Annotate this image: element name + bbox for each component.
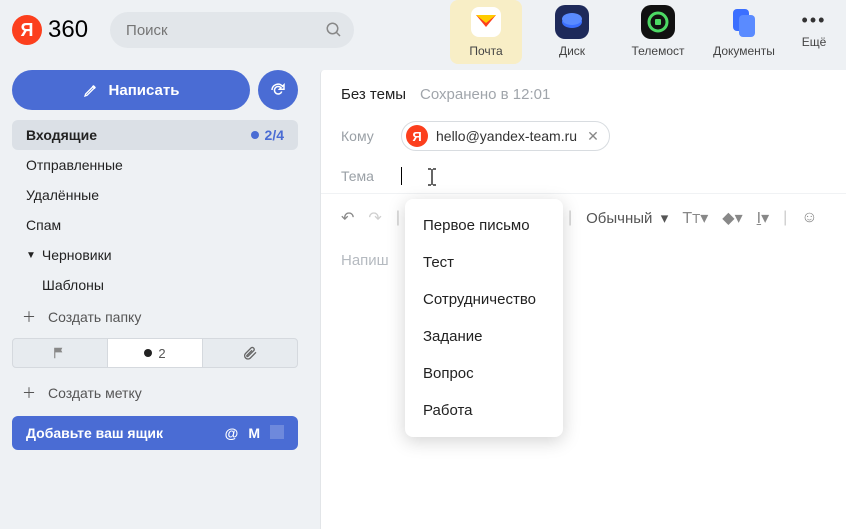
app-switcher: Почта Диск Телемост Документы ••• Ещё: [450, 0, 834, 64]
app-telemost[interactable]: Телемост: [622, 0, 694, 64]
theme-row[interactable]: Тема Первое письмо Тест Сотрудничество З…: [321, 159, 846, 193]
subject-header: Без темы Сохранено в 12:01: [321, 70, 846, 113]
inbox-badge: 2/4: [251, 127, 284, 143]
search-icon[interactable]: [325, 21, 343, 39]
logo[interactable]: Я 360: [12, 15, 88, 45]
dot-icon: [144, 349, 152, 357]
app-label: Диск: [559, 44, 585, 58]
font-size-button[interactable]: TT▾: [682, 208, 708, 228]
app-disk[interactable]: Диск: [536, 0, 608, 64]
app-documents[interactable]: Документы: [708, 0, 780, 64]
filter-bar: 2: [12, 338, 298, 368]
telemost-icon: [640, 4, 676, 40]
create-label-text: Создать метку: [48, 385, 142, 401]
folder-templates[interactable]: Шаблоны: [12, 270, 298, 300]
saved-text: Сохранено в 12:01: [420, 86, 550, 103]
suggestion-item[interactable]: Задание: [405, 318, 563, 355]
at-icon: @: [225, 425, 239, 441]
undo-button[interactable]: ↶: [341, 208, 354, 228]
folder-label: Входящие: [26, 127, 97, 143]
plus-icon: ＋: [22, 307, 36, 327]
compose-label: Написать: [109, 82, 180, 99]
sidebar: Написать Входящие 2/4 Отправленные Удалё…: [12, 70, 298, 450]
refresh-icon: [269, 81, 287, 99]
folder-drafts[interactable]: ▼ Черновики: [12, 240, 298, 270]
filter-count: 2: [158, 346, 165, 361]
suggestion-item[interactable]: Сотрудничество: [405, 281, 563, 318]
flag-icon: [53, 346, 67, 360]
create-folder[interactable]: ＋ Создать папку: [12, 300, 298, 334]
text-cursor-icon: [425, 167, 439, 187]
gmail-icon: M: [248, 425, 260, 441]
no-subject-text: Без темы: [341, 86, 406, 103]
folder-label: Спам: [26, 217, 61, 233]
filter-flag[interactable]: [13, 339, 108, 367]
redo-button[interactable]: ↷: [368, 208, 381, 228]
folder-trash[interactable]: Удалённые: [12, 180, 298, 210]
recipient-chip[interactable]: Я hello@yandex-team.ru ✕: [401, 121, 610, 151]
create-folder-label: Создать папку: [48, 309, 141, 325]
folder-label: Удалённые: [26, 187, 99, 203]
to-label: Кому: [341, 128, 387, 144]
documents-icon: [726, 4, 762, 40]
filter-attach[interactable]: [203, 339, 297, 367]
chevron-down-icon: ▼: [26, 250, 36, 261]
text-caret: [401, 167, 402, 185]
suggestion-item[interactable]: Первое письмо: [405, 207, 563, 244]
folder-label: Черновики: [42, 247, 112, 263]
folder-spam[interactable]: Спам: [12, 210, 298, 240]
logo-text: 360: [48, 16, 88, 44]
more-icon: •••: [802, 10, 827, 31]
format-toolbar: ↶ ↷ | | Обычный ▾ TT▾ ◆▾ I▾ | ☺: [321, 193, 846, 234]
search-box[interactable]: [110, 12, 354, 48]
pencil-icon: [83, 82, 99, 98]
folder-sent[interactable]: Отправленные: [12, 150, 298, 180]
logo-icon: Я: [12, 15, 42, 45]
recipient-email: hello@yandex-team.ru: [436, 128, 577, 144]
plus-icon: ＋: [22, 383, 36, 403]
outlook-icon: [270, 425, 284, 439]
remove-recipient[interactable]: ✕: [587, 128, 599, 145]
folder-label: Шаблоны: [42, 277, 104, 293]
suggestion-item[interactable]: Вопрос: [405, 355, 563, 392]
highlight-button[interactable]: I▾: [757, 208, 769, 228]
suggestion-item[interactable]: Работа: [405, 392, 563, 429]
body-placeholder[interactable]: Напиш: [321, 234, 846, 287]
subject-suggestions: Первое письмо Тест Сотрудничество Задани…: [405, 199, 563, 437]
compose-button[interactable]: Написать: [12, 70, 250, 110]
style-select[interactable]: Обычный ▾: [586, 209, 668, 227]
refresh-button[interactable]: [258, 70, 298, 110]
header: Я 360 Почта Диск Телемост: [0, 0, 846, 60]
add-mailbox[interactable]: Добавьте ваш ящик @ M: [12, 416, 298, 450]
search-input[interactable]: [126, 22, 325, 39]
mail-icon: [468, 4, 504, 40]
more-label: Ещё: [802, 35, 827, 49]
theme-label: Тема: [341, 168, 387, 184]
subject-input[interactable]: [416, 168, 616, 185]
compose-pane: Без темы Сохранено в 12:01 Кому Я hello@…: [320, 70, 846, 529]
app-more[interactable]: ••• Ещё: [794, 0, 834, 49]
add-mailbox-label: Добавьте ваш ящик: [26, 425, 163, 441]
avatar-icon: Я: [406, 125, 428, 147]
suggestion-item[interactable]: Тест: [405, 244, 563, 281]
create-label[interactable]: ＋ Создать метку: [12, 376, 298, 410]
app-label: Телемост: [631, 44, 684, 58]
filter-unread[interactable]: 2: [108, 339, 203, 367]
folder-label: Отправленные: [26, 157, 123, 173]
app-label: Почта: [469, 44, 502, 58]
emoji-button[interactable]: ☺: [801, 209, 817, 227]
to-row[interactable]: Кому Я hello@yandex-team.ru ✕: [321, 113, 846, 159]
app-label: Документы: [713, 44, 775, 58]
disk-icon: [554, 4, 590, 40]
app-mail[interactable]: Почта: [450, 0, 522, 64]
text-color-button[interactable]: ◆▾: [722, 208, 742, 228]
folder-inbox[interactable]: Входящие 2/4: [12, 120, 298, 150]
paperclip-icon: [242, 345, 258, 361]
